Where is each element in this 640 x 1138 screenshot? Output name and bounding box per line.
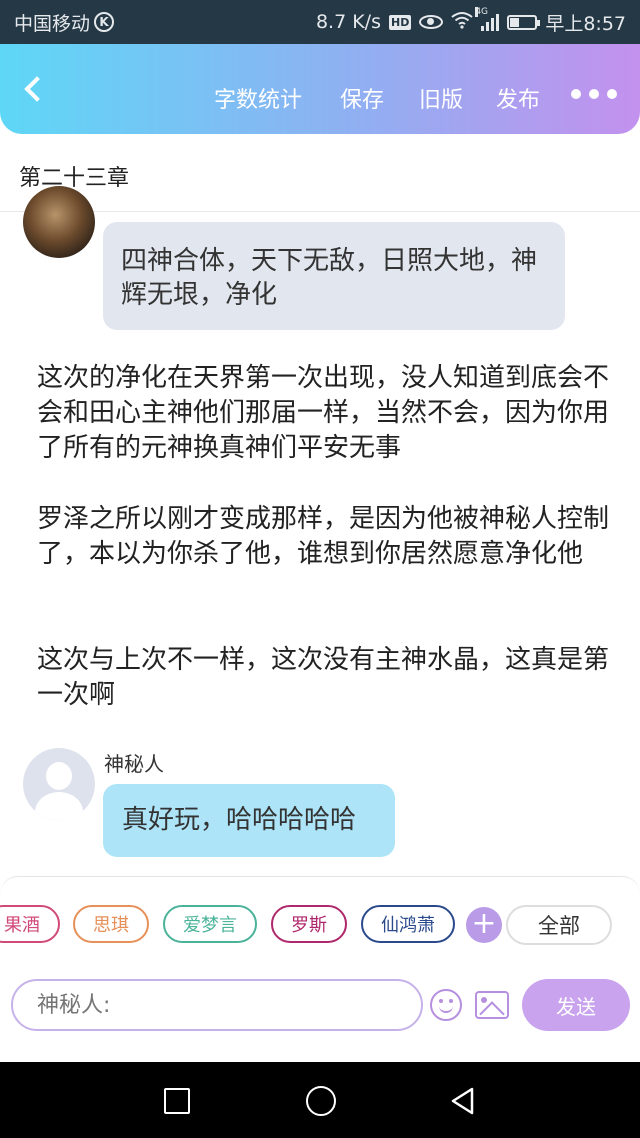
save-button[interactable]: 保存 [340,82,384,114]
all-roles-button[interactable]: 全部 [506,905,612,945]
message-bubble[interactable]: 真好玩，哈哈哈哈哈 [103,784,395,857]
more-dots-icon[interactable] [571,89,617,99]
system-nav-bar [0,1062,640,1138]
carrier-name: 中国移动 [14,12,91,35]
back-chevron-icon[interactable] [20,74,48,104]
character-avatar [23,186,95,258]
role-chip[interactable]: 思琪 [73,905,149,943]
role-chip[interactable]: 罗斯 [271,905,347,943]
eye-icon [419,15,444,29]
word-count-button[interactable]: 字数统计 [214,82,302,114]
message-input[interactable] [11,979,423,1031]
narration-paragraph[interactable]: 这次的净化在天界第一次出现，没人知道到底会不会和田心主神他们那届一样，当然不会，… [37,361,617,466]
status-bar: 中国移动 K 8.7 K/s HD 4G 早上8:57 [0,0,640,44]
signal-icon: 4G [475,7,500,31]
old-version-button[interactable]: 旧版 [419,82,463,114]
recents-icon[interactable] [164,1088,190,1114]
network-speed: 8.7 K/s [315,11,381,33]
role-chip[interactable]: 仙鸿萧 [361,905,455,943]
narration-paragraph[interactable]: 这次与上次不一样，这次没有主神水晶，这真是第一次啊 [37,643,617,713]
narration-paragraph[interactable]: 罗泽之所以刚才变成那样，是因为他被神秘人控制了，本以为你杀了他，谁想到你居然愿意… [37,502,617,572]
hd-icon: HD [388,14,412,30]
speaker-name: 神秘人 [104,752,164,776]
composer-panel: 果酒 思琪 爱梦言 罗斯 仙鸿萧 + 全部 发送 [0,876,640,1062]
clock: 早上8:57 [545,12,626,35]
chapter-title[interactable]: 第二十三章 [0,134,640,212]
add-role-button[interactable]: + [466,907,502,943]
carrier-group: 中国移动 K [14,9,115,36]
role-chip[interactable]: 果酒 [0,905,60,943]
back-triangle-icon[interactable] [448,1086,478,1116]
image-icon[interactable] [475,991,509,1019]
status-icons: 8.7 K/s HD 4G 早上8:57 [315,7,626,36]
k-badge-icon: K [94,12,115,32]
top-toolbar: 字数统计 保存 旧版 发布 [0,44,640,134]
emoji-icon[interactable] [430,989,462,1021]
publish-button[interactable]: 发布 [496,82,540,114]
battery-icon [507,14,541,30]
role-chip[interactable]: 爱梦言 [163,905,257,943]
network-type: 4G [475,7,489,17]
wifi-icon [451,11,473,34]
home-icon[interactable] [306,1086,336,1116]
send-button[interactable]: 发送 [522,979,630,1031]
message-bubble[interactable]: 四神合体，天下无敌，日照大地，神辉无垠，净化 [103,222,565,330]
default-avatar [23,748,95,820]
